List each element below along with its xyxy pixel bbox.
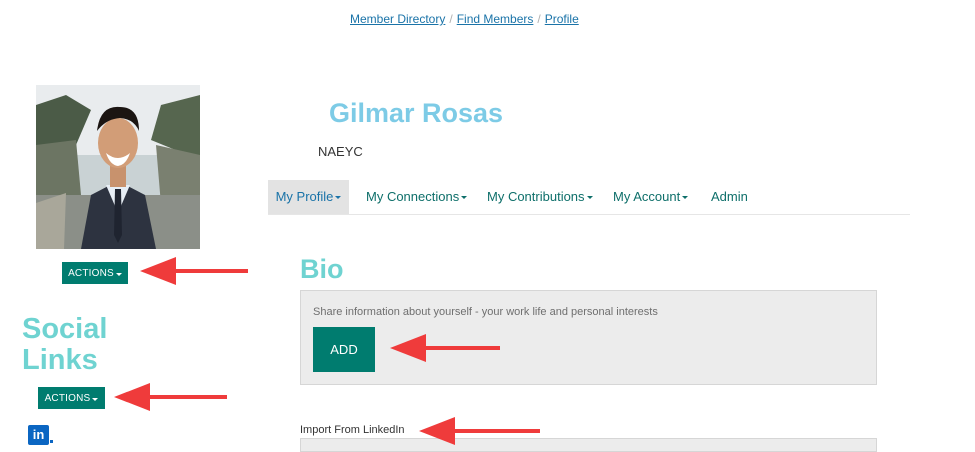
caret-down-icon — [335, 196, 342, 200]
linkedin-icon[interactable]: in — [28, 425, 49, 445]
profile-photo — [36, 85, 200, 249]
photo-actions-button[interactable]: ACTIONS — [62, 262, 128, 284]
bio-panel: Share information about yourself - your … — [300, 290, 877, 385]
profile-name: Gilmar Rosas — [329, 98, 504, 128]
bio-title: Bio — [300, 254, 344, 284]
breadcrumb-profile[interactable]: Profile — [545, 12, 579, 26]
add-bio-button[interactable]: ADD — [313, 327, 375, 372]
tab-my-contributions[interactable]: My Contributions — [487, 180, 593, 214]
caret-down-icon — [92, 397, 99, 401]
breadcrumb-separator: / — [537, 12, 541, 26]
annotation-arrow-actions-social — [114, 383, 227, 411]
tab-label: My Connections — [366, 189, 460, 204]
linkedin-icon-dot — [50, 440, 53, 443]
organization-name: NAEYC — [318, 144, 363, 159]
breadcrumb-separator: / — [449, 12, 453, 26]
tab-label: My Profile — [275, 189, 334, 204]
breadcrumb: Member Directory / Find Members / Profile — [350, 12, 579, 26]
annotation-arrow-actions-photo — [140, 257, 248, 285]
tab-admin[interactable]: Admin — [711, 180, 748, 214]
caret-down-icon — [115, 272, 122, 276]
bio-hint-text: Share information about yourself - your … — [313, 306, 658, 318]
actions-label: ACTIONS — [44, 392, 91, 404]
tab-my-account[interactable]: My Account — [613, 180, 689, 214]
caret-down-icon — [461, 196, 468, 200]
social-links-actions-button[interactable]: ACTIONS — [38, 387, 105, 409]
caret-down-icon — [586, 196, 593, 200]
social-links-title: Social Links — [22, 313, 108, 376]
caret-down-icon — [682, 196, 689, 200]
tab-my-connections[interactable]: My Connections — [366, 180, 468, 214]
tab-my-profile[interactable]: My Profile — [268, 180, 349, 214]
actions-label: ACTIONS — [68, 267, 114, 279]
tab-label: My Account — [613, 189, 681, 204]
tab-label: Admin — [711, 189, 748, 204]
tab-label: My Contributions — [487, 189, 585, 204]
breadcrumb-member-directory[interactable]: Member Directory — [350, 12, 445, 26]
breadcrumb-find-members[interactable]: Find Members — [457, 12, 534, 26]
import-linkedin-label: Import From LinkedIn — [300, 424, 405, 436]
profile-tabs: My Profile My Connections My Contributio… — [268, 180, 910, 215]
profile-photo-illustration — [36, 85, 200, 249]
